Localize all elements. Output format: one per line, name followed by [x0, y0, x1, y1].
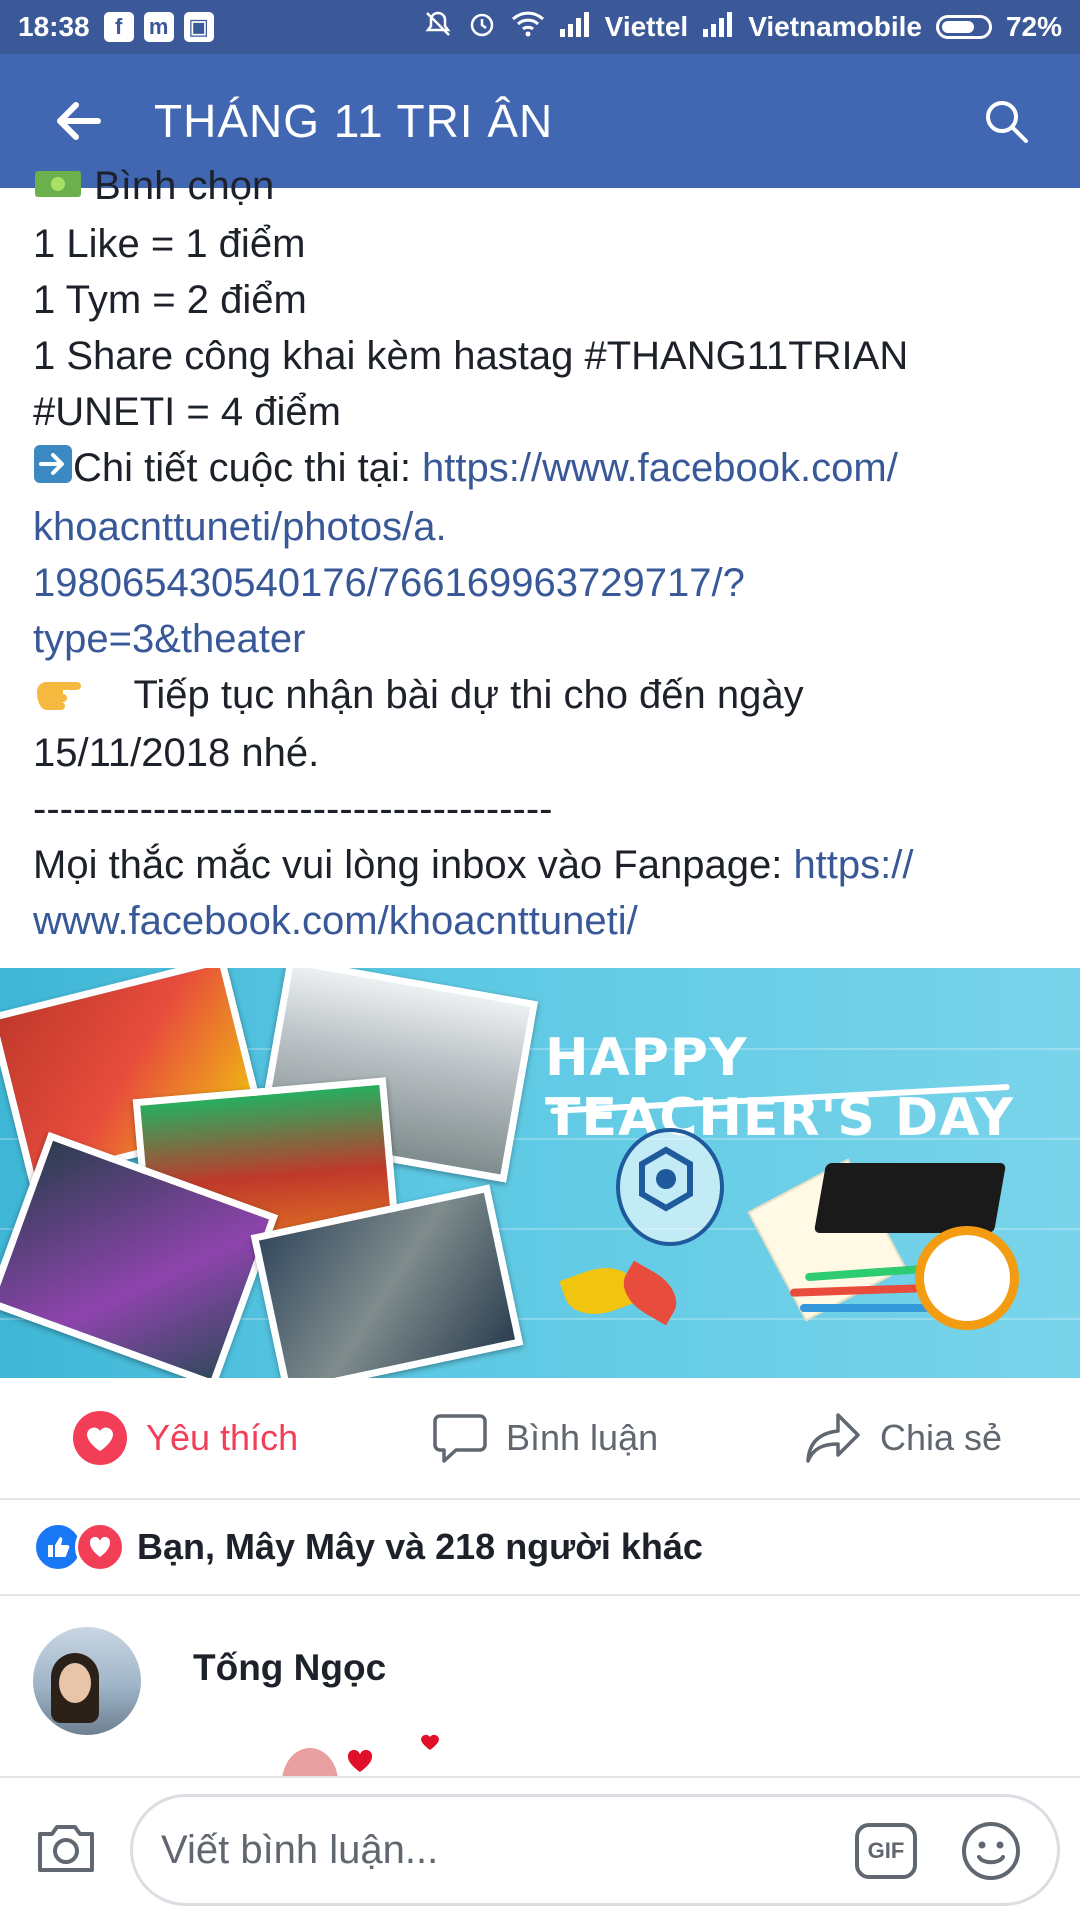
post-line: 15/11/2018 nhé. [33, 731, 320, 776]
avatar[interactable] [33, 1627, 141, 1735]
love-reaction-icon [75, 1522, 125, 1572]
post-line-detail: Chi tiết cuộc thi tại: https://www.faceb… [33, 440, 1053, 498]
facebook-notification-icon: f [103, 12, 134, 42]
status-time: 18:38 [18, 11, 90, 42]
post-line: #UNETI = 4 điểm [33, 390, 341, 435]
sticker-image [282, 1734, 439, 1780]
wifi-icon [511, 9, 545, 46]
back-button[interactable] [50, 93, 106, 149]
reactions-text: Bạn, Mây Mây và 218 người khác [137, 1526, 703, 1567]
detail-link-cont[interactable]: type=3&theater [33, 611, 1053, 667]
emoji-button[interactable] [959, 1819, 1023, 1883]
signal-icon-2 [702, 11, 734, 44]
battery-percent: 72% [1005, 11, 1062, 42]
money-icon [33, 160, 83, 216]
comment-input-box[interactable]: GIF [130, 1794, 1060, 1906]
like-label: Yêu thích [146, 1417, 299, 1458]
comment-icon [432, 1412, 488, 1464]
mute-icon [423, 9, 453, 46]
detail-link-cont[interactable]: khoacnttuneti/photos/a. [33, 499, 1053, 555]
share-icon [804, 1411, 862, 1465]
alarm-icon [467, 9, 497, 46]
post-line: 1 Like = 1 điểm [33, 222, 306, 267]
comment-button[interactable]: Bình luận [432, 1412, 658, 1464]
camera-button[interactable] [34, 1816, 98, 1880]
search-icon [986, 101, 1028, 143]
arrow-left-icon [57, 102, 101, 140]
status-right: Viettel Vietnamobile 72% [423, 9, 1062, 46]
inbox-link[interactable]: https:// [793, 843, 913, 887]
carrier-1: Viettel [604, 11, 689, 42]
post-image[interactable]: HAPPY TEACHER'S DAY [0, 968, 1080, 1378]
divider-text: --------------------------------------- [33, 787, 553, 832]
comment-composer: GIF [0, 1776, 1080, 1920]
smiley-icon [962, 1822, 1020, 1880]
comment-author[interactable]: Tống Ngọc [193, 1647, 386, 1689]
share-label: Chia sẻ [880, 1417, 1003, 1458]
post-line: 1 Share công khai kèm hastag #THANG11TRI… [33, 334, 909, 379]
comment-item: Tống Ngọc [33, 1627, 386, 1735]
reactions-summary[interactable]: Bạn, Mây Mây và 218 người khác [0, 1500, 1080, 1596]
comment-input[interactable] [159, 1826, 803, 1874]
post-line-inbox: Mọi thắc mắc vui lòng inbox vào Fanpage:… [33, 837, 1053, 893]
post-line-vote: Bình chọn [33, 158, 1053, 216]
leaf-graphic [614, 1260, 686, 1326]
heart-icon [72, 1410, 128, 1466]
comment-label: Bình luận [506, 1417, 659, 1458]
pointing-hand-icon [33, 669, 89, 725]
post-line-continue: Tiếp tục nhận bài dự thi cho đến ngày [33, 667, 1053, 725]
continue-text: Tiếp tục nhận bài dự thi cho đến ngày [133, 672, 804, 717]
detail-link[interactable]: https://www.facebook.com/ [422, 446, 898, 490]
carrier-2: Vietnamobile [748, 11, 922, 42]
app-notification-icon: ▣ [183, 12, 214, 42]
alarm-clock-graphic [915, 1226, 1019, 1330]
status-bar: 18:38 f m ▣ Viettel Vietnamobile 72% [0, 0, 1080, 54]
detail-prefix: Chi tiết cuộc thi tại: [73, 446, 423, 491]
signal-icon [559, 11, 591, 44]
like-button[interactable]: Yêu thích [72, 1410, 298, 1466]
gif-button[interactable]: GIF [855, 1823, 917, 1879]
page-title: THÁNG 11 TRI ÂN [154, 95, 554, 147]
post-text: Bình chọn 1 Like = 1 điểm 1 Tym = 2 điểm… [33, 158, 1053, 949]
right-arrow-icon [33, 443, 73, 499]
school-logo [616, 1128, 724, 1246]
share-button[interactable]: Chia sẻ [804, 1411, 1002, 1465]
messenger-notification-icon: m [143, 12, 174, 42]
post-actions: Yêu thích Bình luận Chia sẻ [0, 1378, 1080, 1500]
inbox-prefix: Mọi thắc mắc vui lòng inbox vào Fanpage: [33, 843, 794, 888]
detail-link-cont[interactable]: 198065430540176/766169963729717/? [33, 555, 1053, 611]
post-line: 1 Tym = 2 điểm [33, 278, 307, 323]
search-button[interactable] [978, 93, 1034, 149]
inbox-link-cont[interactable]: www.facebook.com/khoacnttuneti/ [33, 893, 1053, 949]
graduation-cap-graphic [813, 1163, 1007, 1233]
battery-icon [935, 15, 992, 39]
camera-icon [38, 1825, 94, 1872]
post-line-text: Bình chọn [94, 164, 275, 208]
